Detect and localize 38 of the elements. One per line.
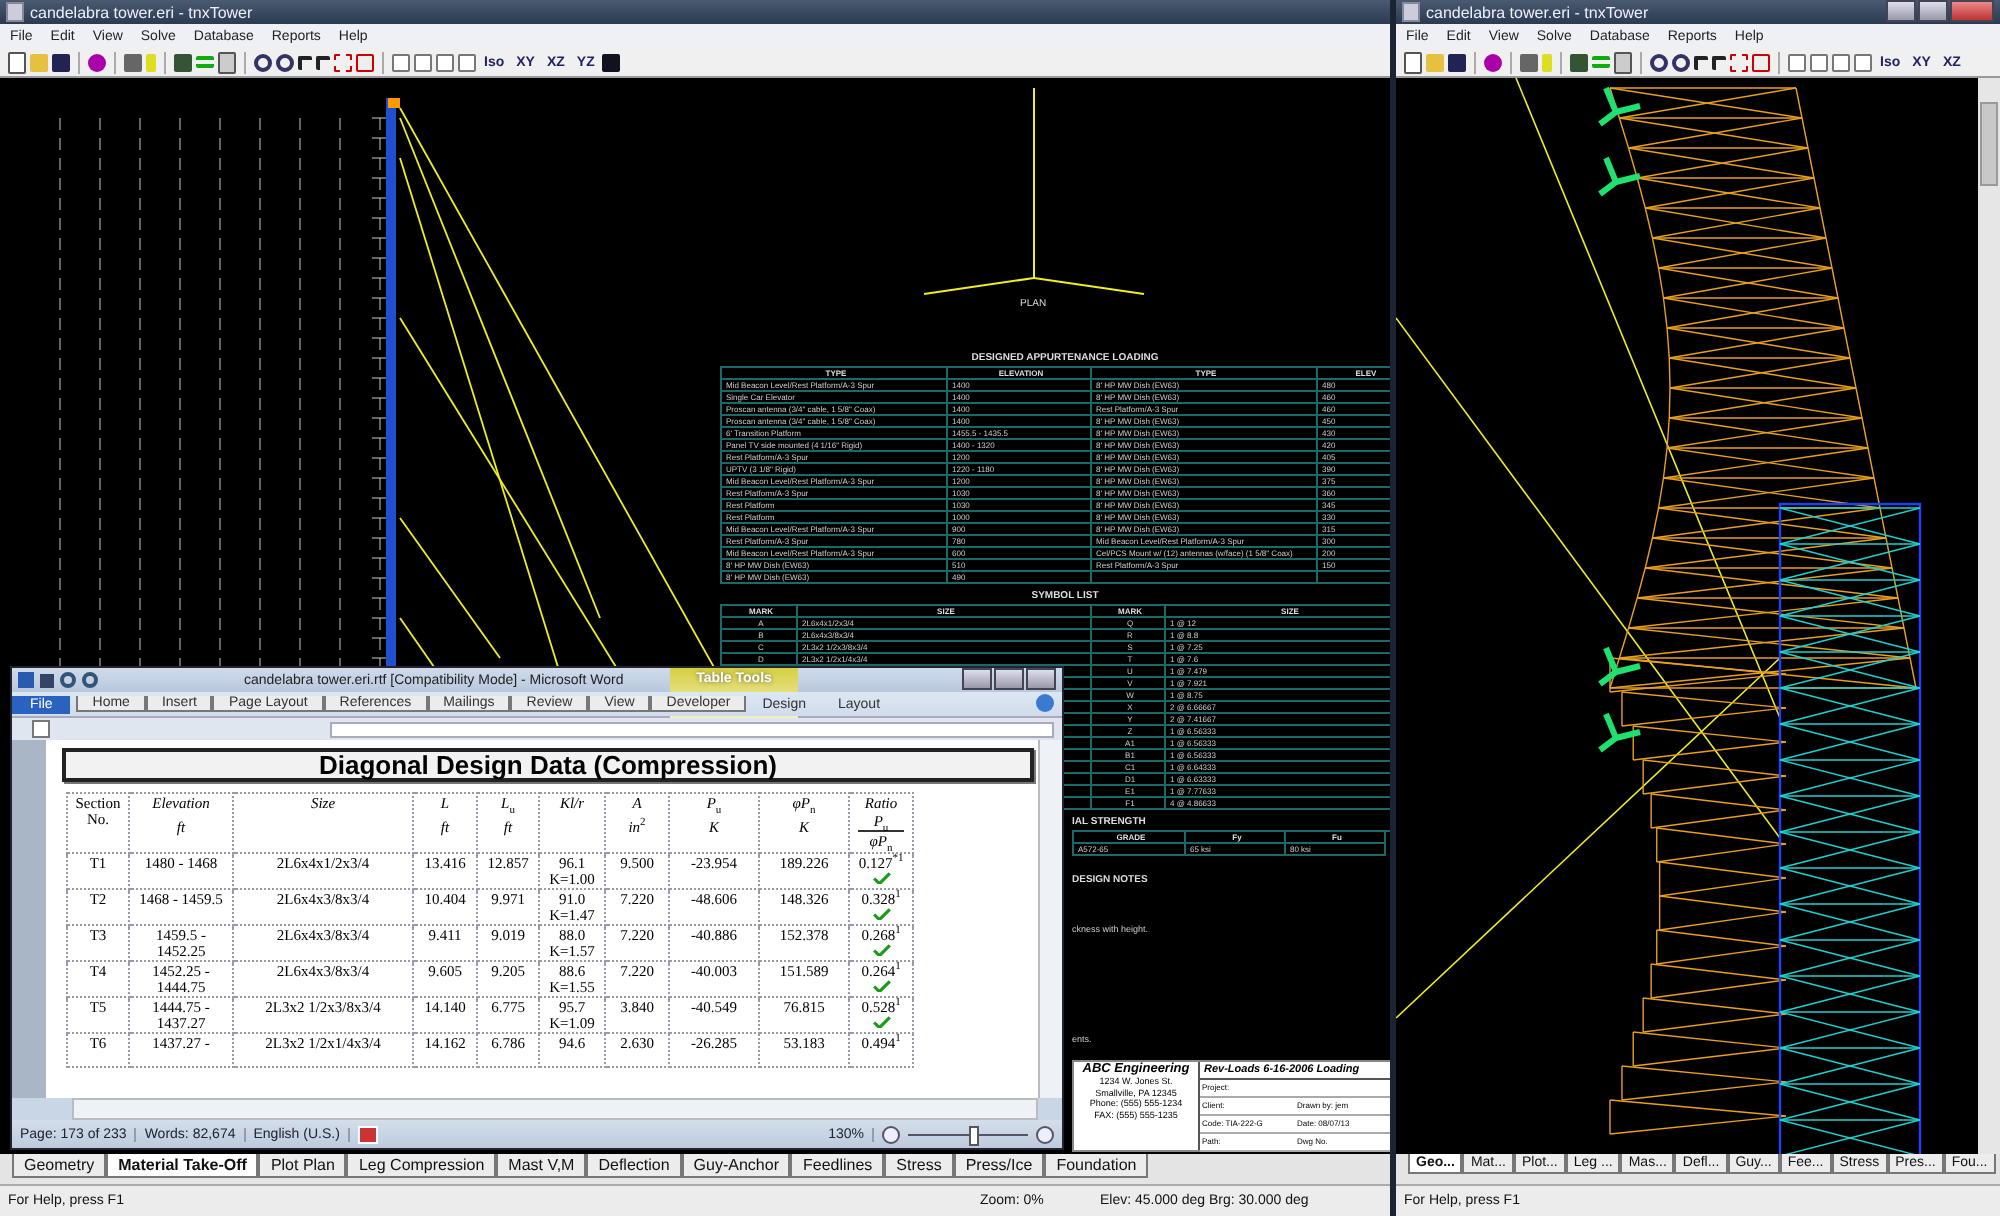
zoom-in-button[interactable] <box>1036 1125 1054 1143</box>
sheet-tab[interactable]: Material Take-Off <box>106 1154 259 1178</box>
close-button[interactable] <box>1026 668 1056 690</box>
frame-icon[interactable] <box>1730 53 1748 71</box>
new-file-icon[interactable] <box>1404 51 1422 73</box>
new-file-icon[interactable] <box>8 51 26 73</box>
zoom-slider[interactable] <box>969 1125 979 1145</box>
checkmark-icon <box>867 871 895 884</box>
sheet-tab[interactable]: Stress <box>884 1154 954 1178</box>
sheet-tab[interactable]: Press/Ice <box>953 1154 1045 1178</box>
horizontal-scrollbar[interactable] <box>72 1098 1038 1120</box>
checkmark-icon <box>867 907 895 920</box>
page-icon[interactable] <box>218 51 236 73</box>
sheet-tab[interactable]: Mast V,M <box>496 1154 587 1178</box>
sheet-tab[interactable]: Feedlines <box>790 1154 885 1178</box>
sheet-tab[interactable]: Guy-Anchor <box>681 1154 791 1178</box>
frame-icon[interactable] <box>334 53 352 71</box>
vertical-scrollbar[interactable] <box>1978 78 2000 1154</box>
sheet-tab[interactable]: Geometry <box>12 1154 107 1178</box>
checkmark-icon <box>867 979 895 992</box>
zoom-out-button[interactable] <box>882 1125 900 1143</box>
maximize-button[interactable] <box>1918 0 1948 22</box>
minimize-button[interactable] <box>962 668 992 690</box>
sheet-tab[interactable]: Deflection <box>586 1154 682 1178</box>
minimize-button[interactable] <box>1886 0 1916 22</box>
window-title: candelabra tower.eri - tnxTower <box>30 3 253 21</box>
document-heading: Diagonal Design Data (Compression) <box>62 748 1034 782</box>
page-icon[interactable] <box>1614 51 1632 73</box>
checkmark-icon <box>867 1015 895 1028</box>
tab-selector-icon[interactable] <box>32 720 50 738</box>
window-title: candelabra tower.eri - tnxTower <box>1426 3 1649 21</box>
sheet-tab[interactable]: Foundation <box>1044 1154 1149 1178</box>
sheet-tab[interactable]: Plot Plan <box>258 1154 347 1178</box>
vertical-scrollbar[interactable] <box>1038 740 1062 1098</box>
sheet-tab[interactable]: Leg Compression <box>346 1154 497 1178</box>
maximize-button[interactable] <box>994 668 1024 690</box>
checkmark-icon <box>867 943 895 956</box>
close-button[interactable] <box>1950 0 1994 22</box>
